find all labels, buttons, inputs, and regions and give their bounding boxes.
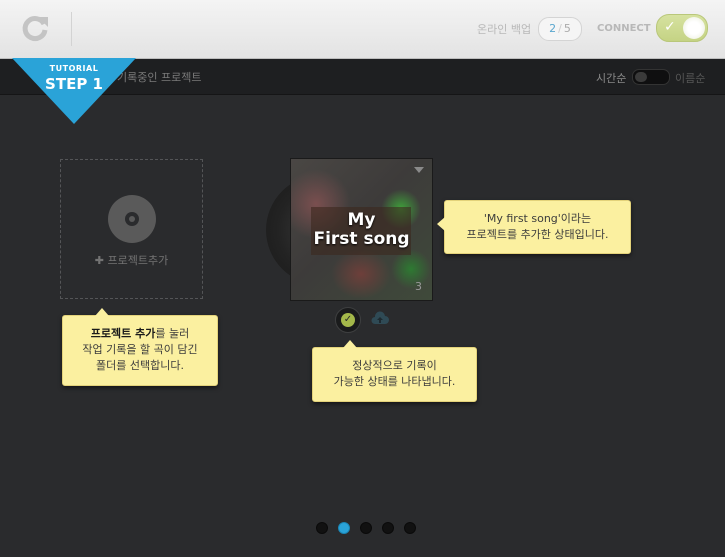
backup-separator: / bbox=[558, 22, 562, 35]
sort-by-time-label[interactable]: 시간순 bbox=[596, 70, 626, 86]
page-dot[interactable] bbox=[382, 522, 394, 534]
tooltip-add-project: 프로젝트 추가를 눌러 작업 기록을 할 곡이 담긴 폴더를 선택합니다. bbox=[62, 308, 218, 386]
tip1-bold: 프로젝트 추가 bbox=[90, 327, 156, 340]
project-track-count: 3 bbox=[415, 280, 422, 293]
backup-current: 2 bbox=[549, 22, 557, 35]
project-title-line1: My bbox=[347, 210, 376, 230]
tutorial-label: TUTORIAL bbox=[49, 64, 99, 73]
tip1-line3: 폴더를 선택합니다. bbox=[96, 359, 184, 372]
tooltip-status-ok: 정상적으로 기록이 가능한 상태를 나타냅니다. bbox=[312, 340, 477, 402]
page-dot[interactable] bbox=[338, 522, 350, 534]
toggle-knob[interactable] bbox=[683, 17, 705, 39]
divider bbox=[71, 12, 72, 46]
sort-switch-knob bbox=[635, 72, 647, 82]
dropdown-arrow-icon[interactable] bbox=[414, 167, 424, 173]
refresh-icon[interactable] bbox=[20, 13, 50, 43]
tip1-line2: 작업 기록을 할 곡이 담긴 bbox=[82, 343, 198, 356]
tip2-line1: 'My first song'이라는 bbox=[483, 212, 592, 225]
add-project-label: ✚ 프로젝트추가 bbox=[94, 254, 169, 267]
page-dot[interactable] bbox=[360, 522, 372, 534]
status-ok-button[interactable]: ✓ bbox=[335, 307, 361, 333]
cover-art-blob bbox=[391, 249, 431, 289]
page-dot[interactable] bbox=[316, 522, 328, 534]
tip2-line2: 프로젝트를 추가한 상태입니다. bbox=[466, 228, 609, 241]
sort-by-name-label[interactable]: 이름순 bbox=[675, 70, 705, 86]
tooltip-arrow bbox=[437, 217, 445, 231]
top-bar: 온라인 백업 2/5 CONNECT ✓ bbox=[0, 0, 725, 59]
check-icon: ✓ bbox=[664, 19, 676, 35]
tooltip-project-added: 'My first song'이라는 프로젝트를 추가한 상태입니다. bbox=[437, 200, 631, 254]
step-label: STEP 1 bbox=[45, 75, 103, 93]
page-dot[interactable] bbox=[404, 522, 416, 534]
tooltip-arrow bbox=[95, 308, 109, 316]
tip3-line2: 가능한 상태를 나타냅니다. bbox=[333, 375, 456, 388]
cloud-upload-icon[interactable] bbox=[370, 311, 390, 327]
project-card[interactable]: My First song 3 bbox=[290, 158, 433, 301]
tutorial-step-badge: TUTORIAL STEP 1 bbox=[12, 58, 136, 124]
add-project-button[interactable]: ✚ 프로젝트추가 bbox=[60, 159, 203, 299]
project-title-line2: First song bbox=[313, 229, 410, 249]
project-title: My First song bbox=[291, 211, 432, 249]
tip1-line1: 프로젝트 추가를 눌러 bbox=[63, 326, 217, 342]
tip3-line1: 정상적으로 기록이 bbox=[352, 359, 437, 372]
online-backup-label: 온라인 백업 bbox=[477, 23, 532, 36]
sort-switch[interactable] bbox=[632, 69, 670, 85]
cover-art-blob bbox=[331, 249, 391, 299]
tooltip-arrow bbox=[343, 340, 357, 348]
disc-icon bbox=[108, 195, 156, 243]
page-indicator bbox=[316, 522, 426, 534]
connect-label: CONNECT bbox=[597, 23, 651, 34]
check-icon: ✓ bbox=[341, 313, 355, 327]
tip1-rest: 를 눌러 bbox=[155, 327, 190, 340]
backup-counter: 2/5 bbox=[538, 17, 582, 41]
connect-toggle[interactable]: ✓ bbox=[656, 14, 708, 42]
backup-total: 5 bbox=[563, 22, 571, 35]
